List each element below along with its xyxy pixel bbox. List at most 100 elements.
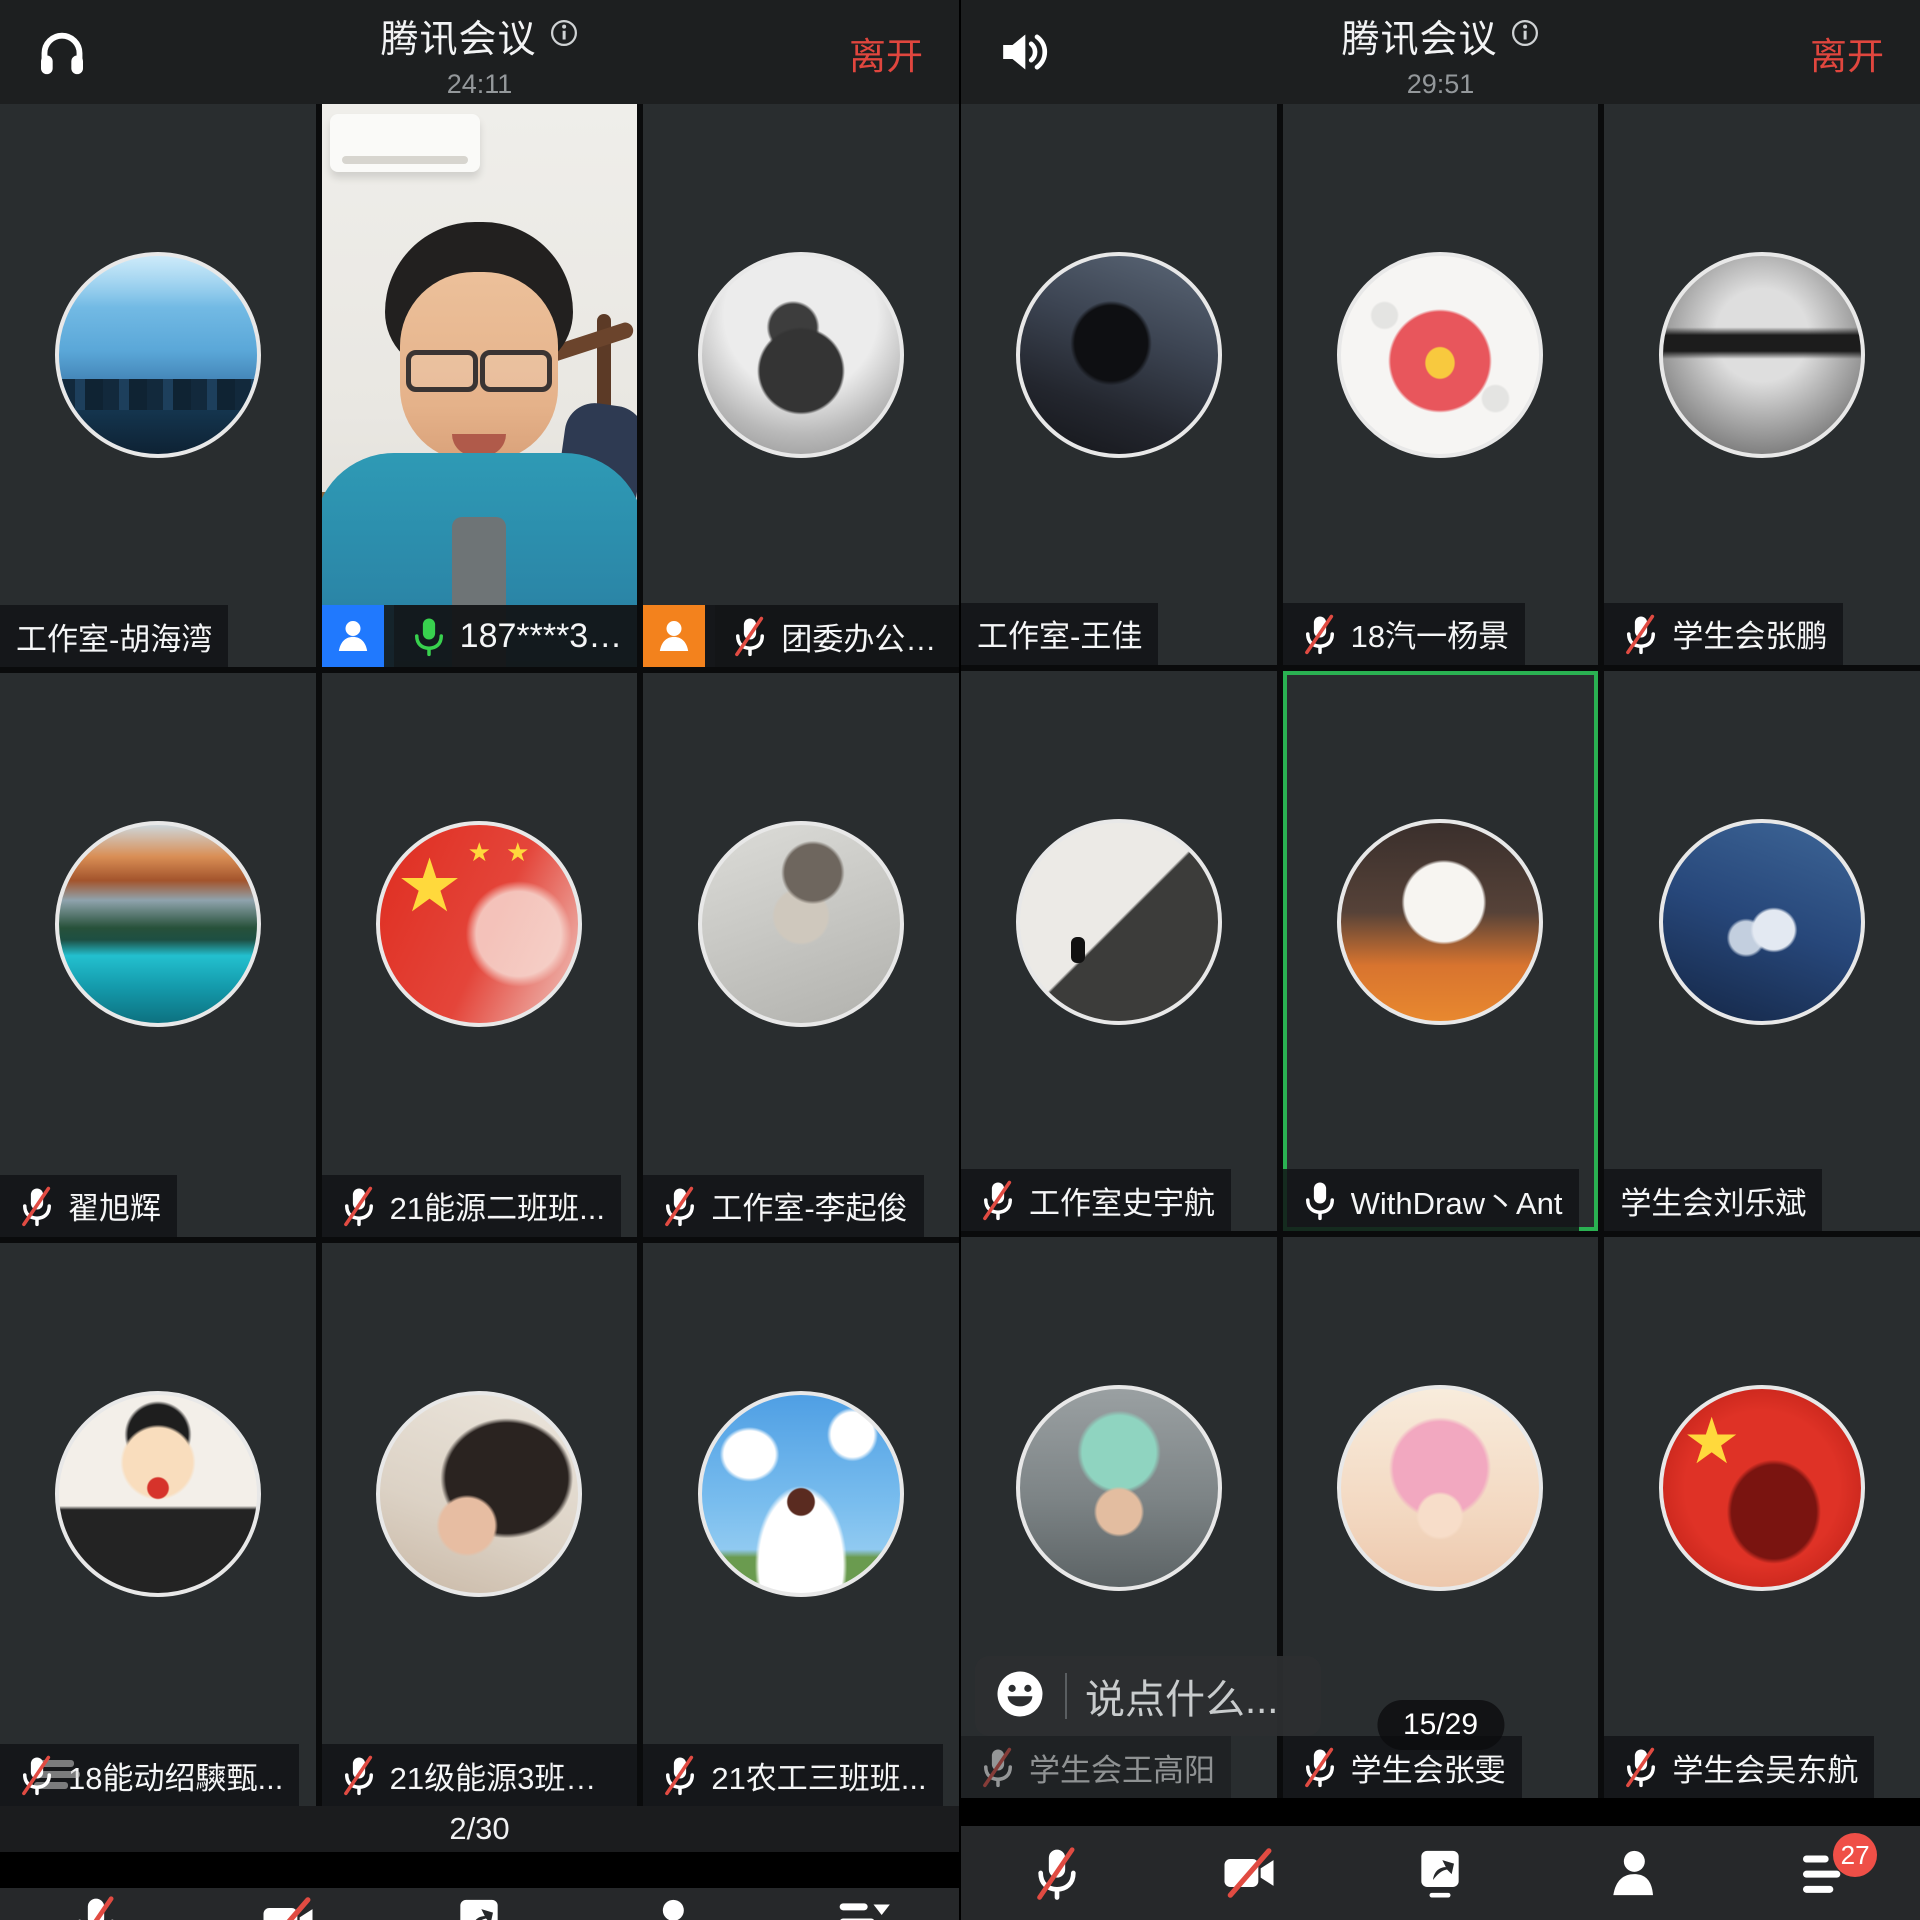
participant-nameplate: 18能动绍騻甄... (0, 1744, 299, 1806)
participant-tile[interactable]: 学生会刘乐斌 (1604, 671, 1920, 1232)
mic-muted-button[interactable] (41, 1894, 151, 1920)
participant-nameplate: 翟旭辉 (0, 1175, 177, 1237)
info-icon[interactable] (1510, 18, 1540, 53)
participant-tile[interactable]: 工作室-李起俊 (643, 673, 959, 1236)
participant-name: 18汽一杨景 (1351, 611, 1509, 656)
participant-name: 21农工三班班... (711, 1753, 926, 1798)
avatar (376, 1391, 582, 1597)
participant-nameplate: 学生会刘乐斌 (1604, 1169, 1822, 1231)
participant-nameplate: 187****3160 (322, 605, 638, 667)
left-participant-grid: 工作室-胡海湾 (0, 104, 959, 1806)
mic-muted-icon (1620, 613, 1662, 655)
right-top-bar: 腾讯会议 29:51 离开 (961, 0, 1920, 104)
mic-muted-icon (16, 1754, 58, 1796)
participant-tile[interactable]: 工作室-胡海湾 (0, 104, 316, 667)
left-top-bar: 腾讯会议 24:11 离开 (0, 0, 959, 104)
mic-muted-icon (977, 1179, 1019, 1221)
share-screen-button[interactable] (1385, 1845, 1495, 1901)
participant-name: 学生会吴东航 (1672, 1745, 1858, 1790)
participant-nameplate: 学生会吴东航 (1604, 1736, 1874, 1798)
leave-button[interactable]: 离开 (1810, 26, 1884, 80)
mic-muted-button[interactable] (1002, 1845, 1112, 1901)
participant-tile[interactable]: 翟旭辉 (0, 673, 316, 1236)
avatar (55, 821, 261, 1027)
avatar (1016, 252, 1222, 458)
participant-nameplate: 工作室-李起俊 (643, 1175, 923, 1237)
participant-name: 工作室史宇航 (1029, 1178, 1215, 1223)
participant-nameplate: WithDraw丶Ant (1283, 1169, 1579, 1231)
divider (961, 1798, 1920, 1826)
leave-button[interactable]: 离开 (849, 26, 923, 80)
participant-tile[interactable]: 学生会吴东航 (1604, 1237, 1920, 1798)
participant-nameplate: 18汽一杨景 (1283, 603, 1525, 665)
participant-name: 工作室-王佳 (977, 611, 1142, 656)
more-button[interactable] (808, 1894, 918, 1920)
participant-tile[interactable]: 21能源二班班... (322, 673, 638, 1236)
participant-name: 翟旭辉 (68, 1183, 161, 1228)
meeting-timer: 24:11 (380, 69, 578, 100)
avatar (1337, 819, 1543, 1025)
mic-muted-icon (16, 1185, 58, 1227)
headphones-icon[interactable] (34, 24, 90, 80)
page-indicator: 15/29 (1377, 1700, 1504, 1750)
participant-tile[interactable]: 工作室史宇航 (961, 671, 1277, 1232)
participant-name: 学生会王高阳 (1029, 1745, 1215, 1790)
participant-nameplate: 学生会张鹏 (1604, 603, 1843, 665)
participant-name: WithDraw丶Ant (1351, 1178, 1563, 1223)
participant-tile[interactable]: 21级能源3班团... (322, 1243, 638, 1806)
speaker-icon[interactable] (995, 24, 1051, 80)
avatar (698, 821, 904, 1027)
avatar (1337, 252, 1543, 458)
mic-muted-icon (1299, 1746, 1341, 1788)
avatar (698, 252, 904, 458)
avatar (376, 821, 582, 1027)
participant-nameplate: 工作室史宇航 (961, 1169, 1231, 1231)
participant-tile[interactable]: 团委办公室... (643, 104, 959, 667)
participant-tile[interactable]: 学生会张鹏 (1604, 104, 1920, 665)
camera-off-button[interactable] (233, 1894, 343, 1920)
phone-user-badge-icon (322, 605, 384, 667)
avatar (1016, 819, 1222, 1025)
mic-muted-icon (729, 615, 771, 657)
participant-nameplate: 21农工三班班... (643, 1744, 942, 1806)
participant-tile[interactable]: 18汽一杨景 (1283, 104, 1599, 665)
participant-name: 学生会张鹏 (1672, 611, 1827, 656)
more-button[interactable]: 27 (1769, 1845, 1879, 1901)
app-title: 腾讯会议 (380, 8, 536, 63)
share-screen-button[interactable] (424, 1894, 534, 1920)
participant-nameplate: 工作室-王佳 (961, 603, 1158, 665)
avatar (1337, 1385, 1543, 1591)
right-meeting-screen: 腾讯会议 29:51 离开 工作室-王佳 (961, 0, 1920, 1920)
mic-muted-icon (1620, 1746, 1662, 1788)
avatar (1016, 1385, 1222, 1591)
mic-muted-icon (338, 1754, 380, 1796)
divider (0, 1852, 959, 1888)
participant-nameplate: 学生会王高阳 (961, 1736, 1231, 1798)
participant-name: 团委办公室... (781, 614, 945, 659)
mic-muted-icon (977, 1746, 1019, 1788)
participant-name: 18能动绍騻甄... (68, 1753, 283, 1798)
participant-tile[interactable]: 工作室-王佳 (961, 104, 1277, 665)
participant-name: 工作室-胡海湾 (16, 614, 212, 659)
participant-tile-active-video[interactable]: 187****3160 (322, 104, 638, 667)
tencent-meeting-collage: 腾讯会议 24:11 离开 工作室-胡海湾 (0, 0, 1920, 1920)
mic-muted-icon (338, 1185, 380, 1227)
participants-button[interactable] (1577, 1845, 1687, 1901)
info-icon[interactable] (549, 18, 579, 53)
right-participant-grid: 工作室-王佳 18汽一杨景 (961, 104, 1920, 1798)
participant-name: 187****3160 (460, 617, 624, 656)
right-bottom-toolbar: 27 (961, 1826, 1920, 1920)
emoji-icon[interactable] (993, 1667, 1047, 1726)
participants-button[interactable] (616, 1894, 726, 1920)
participant-name: 学生会张雯 (1351, 1745, 1506, 1790)
camera-off-button[interactable] (1194, 1845, 1304, 1901)
chat-input[interactable]: 说点什么... (975, 1656, 1321, 1736)
participant-tile-active[interactable]: WithDraw丶Ant (1283, 671, 1599, 1232)
participant-tile[interactable]: 18能动绍騻甄... (0, 1243, 316, 1806)
participant-name: 21级能源3班团... (390, 1753, 622, 1798)
guest-user-badge-icon (643, 605, 705, 667)
meeting-title-block: 腾讯会议 29:51 (1341, 8, 1539, 100)
air-conditioner (330, 114, 480, 172)
page-indicator: 2/30 (449, 1811, 509, 1847)
participant-tile[interactable]: 21农工三班班... (643, 1243, 959, 1806)
